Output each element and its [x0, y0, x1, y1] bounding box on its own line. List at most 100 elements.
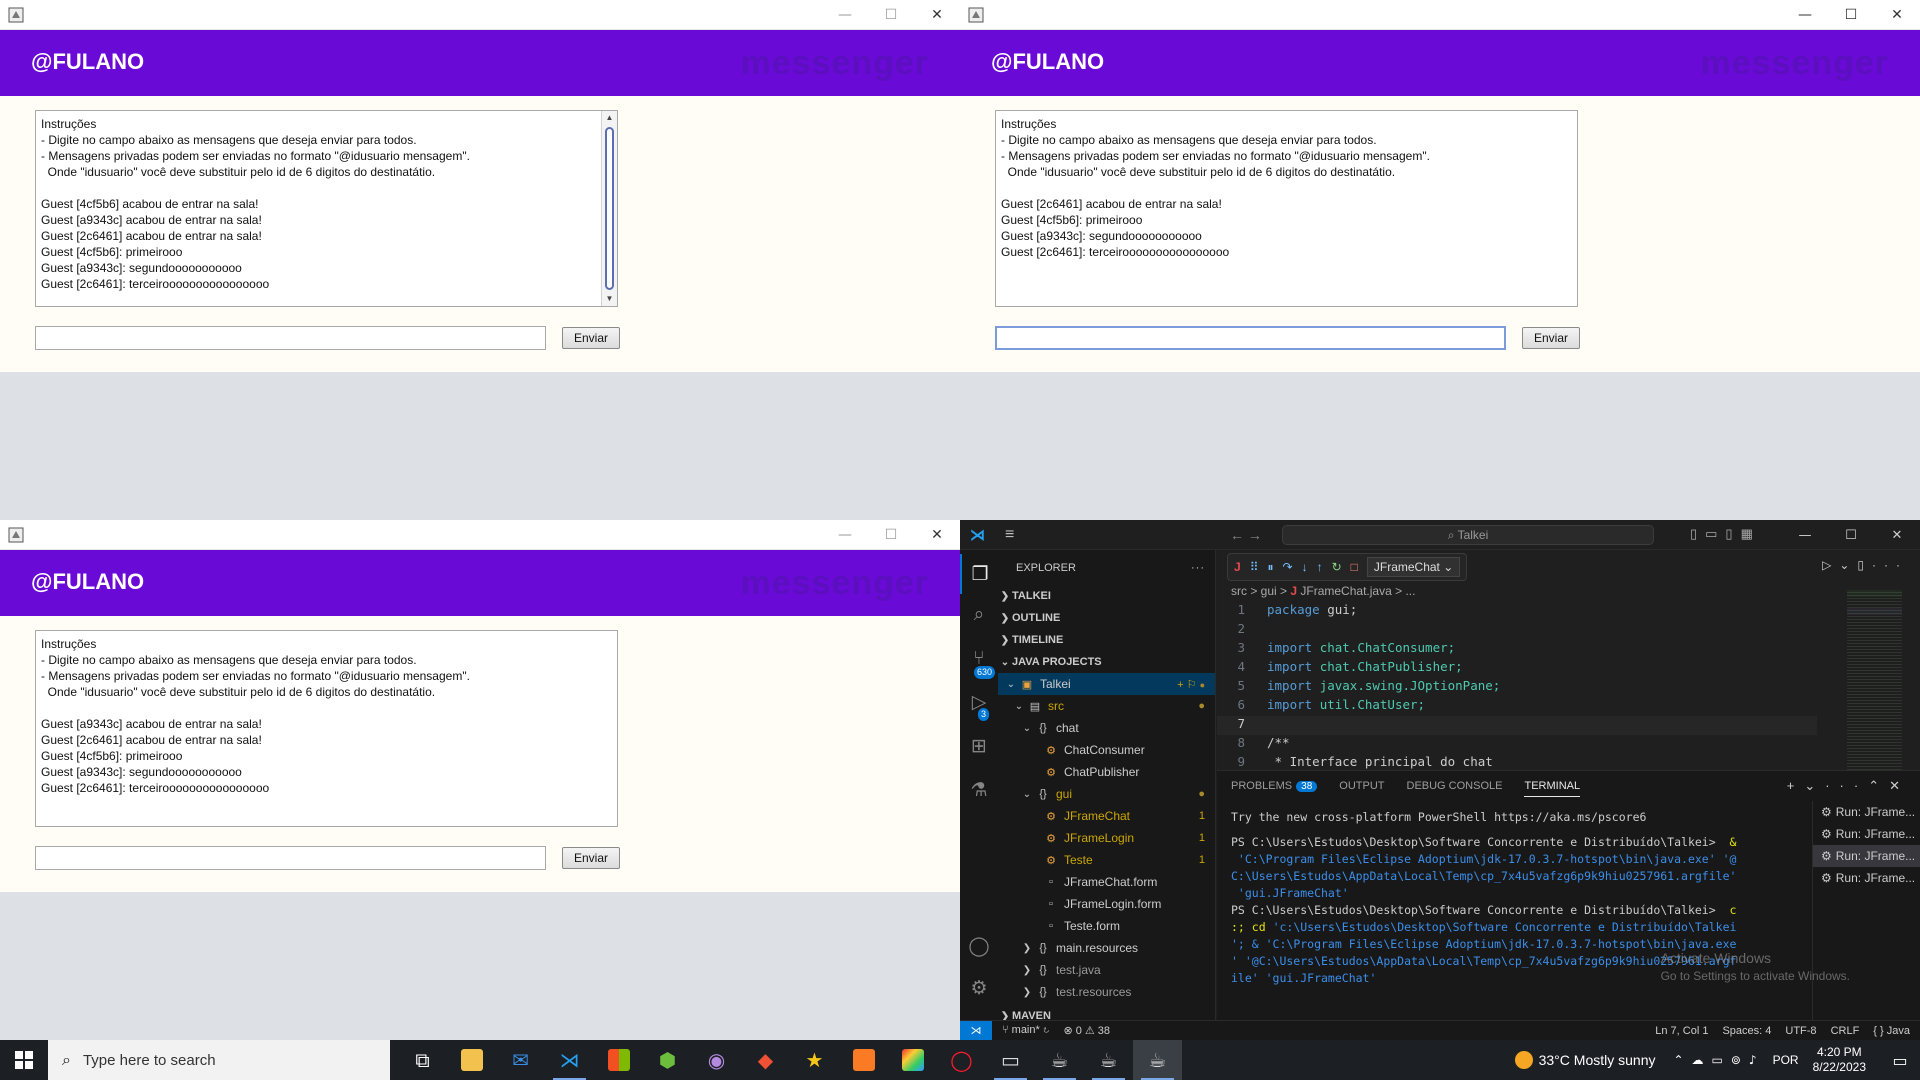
- menu-icon[interactable]: ≡: [1005, 526, 1014, 544]
- maximize-button[interactable]: ☐: [1828, 0, 1874, 30]
- layout-icons[interactable]: ▯▭▯▦: [1690, 526, 1761, 542]
- tab-problems[interactable]: PROBLEMS 38: [1231, 780, 1318, 792]
- java-taskbar-icon[interactable]: ☕: [1084, 1040, 1133, 1080]
- title-bar[interactable]: — ☐ ✕: [0, 0, 960, 30]
- taskbar-search[interactable]: ⌕ Type here to search: [48, 1040, 390, 1080]
- testing-icon[interactable]: ⚗: [960, 770, 998, 810]
- tab-debug-console[interactable]: DEBUG CONSOLE: [1407, 780, 1503, 792]
- tree-item-jframelogin-form[interactable]: ▫ JFrameLogin.form: [998, 893, 1215, 915]
- cursor-position[interactable]: Ln 7, Col 1: [1655, 1025, 1708, 1037]
- message-input[interactable]: [35, 326, 546, 350]
- tab-terminal[interactable]: TERMINAL: [1524, 780, 1581, 797]
- editor-actions-icons[interactable]: ▷⌄▯···: [1822, 558, 1908, 572]
- branch-status[interactable]: ⑂ main* ↻: [1002, 1024, 1049, 1037]
- maximize-button[interactable]: ☐: [868, 520, 914, 550]
- title-bar[interactable]: — ☐ ✕: [0, 520, 960, 550]
- send-button[interactable]: Enviar: [562, 847, 620, 869]
- explorer-icon[interactable]: ❐: [960, 554, 998, 594]
- section-outline[interactable]: ❯ OUTLINE: [998, 607, 1215, 629]
- minimize-button[interactable]: —: [822, 0, 868, 30]
- minimize-button[interactable]: —: [1782, 520, 1828, 550]
- tree-item-chat[interactable]: ⌄ {} chat: [998, 717, 1215, 739]
- start-button[interactable]: [0, 1040, 48, 1080]
- github-icon[interactable]: ◉: [692, 1040, 741, 1080]
- tab-output[interactable]: OUTPUT: [1339, 780, 1384, 792]
- terminal-instance[interactable]: ⚙ Run: JFrame...: [1813, 867, 1920, 889]
- weather-widget[interactable]: 33°C Mostly sunny: [1514, 1051, 1655, 1069]
- scroll-up-icon[interactable]: ▲: [602, 111, 617, 125]
- section-java-projects[interactable]: ⌄ JAVA PROJECTS: [998, 651, 1215, 673]
- close-button[interactable]: ✕: [1874, 0, 1920, 30]
- close-button[interactable]: ✕: [1874, 520, 1920, 550]
- code-lines[interactable]: 1 package gui; 2 3 import chat.ChatConsume…: [1217, 602, 1817, 773]
- minimize-button[interactable]: —: [822, 520, 868, 550]
- send-button[interactable]: Enviar: [562, 327, 620, 349]
- extensions-icon[interactable]: ⊞: [960, 726, 998, 766]
- node-icon[interactable]: ⬢: [643, 1040, 692, 1080]
- tree-item-teste[interactable]: ⚙ Teste 1: [998, 849, 1215, 871]
- minimap[interactable]: [1847, 590, 1902, 770]
- tree-item-test-resources[interactable]: ❯ {} test.resources: [998, 981, 1215, 1003]
- task-view-icon[interactable]: ⧉: [398, 1040, 447, 1080]
- search-icon[interactable]: ⌕: [960, 594, 998, 634]
- section-timeline[interactable]: ❯ TIMELINE: [998, 629, 1215, 651]
- breadcrumb[interactable]: src > gui > J JFrameChat.java > ...: [1231, 584, 1415, 598]
- restart-icon[interactable]: ↻: [1332, 560, 1342, 574]
- tree-item-jframechat-form[interactable]: ▫ JFrameChat.form: [998, 871, 1215, 893]
- step-over-icon[interactable]: ↷: [1283, 560, 1293, 574]
- code-editor[interactable]: J ⠿ ⏸ ↷ ↓ ↑ ↻ □ JFrameChat ⌄ ▷⌄▯··· src …: [1217, 550, 1920, 770]
- step-out-icon[interactable]: ↑: [1317, 560, 1323, 574]
- title-bar[interactable]: — ☐ ✕: [960, 0, 1920, 30]
- terminal-instance[interactable]: ⚙ Run: JFrame...: [1813, 845, 1920, 867]
- message-input[interactable]: [995, 326, 1506, 350]
- terminal-instance[interactable]: ⚙ Run: JFrame...: [1813, 823, 1920, 845]
- maximize-button[interactable]: ☐: [1828, 520, 1874, 550]
- xampp-icon[interactable]: [839, 1040, 888, 1080]
- message-log[interactable]: Instruções - Digite no campo abaixo as m…: [35, 630, 618, 827]
- java-taskbar-icon[interactable]: ☕: [1035, 1040, 1084, 1080]
- star-app-icon[interactable]: ★: [790, 1040, 839, 1080]
- java-taskbar-icon[interactable]: ☕: [1133, 1040, 1182, 1080]
- terminal-icon[interactable]: ▭: [986, 1040, 1035, 1080]
- command-center[interactable]: ⌕ Talkei: [1282, 525, 1654, 545]
- tree-item-teste-form[interactable]: ▫ Teste.form: [998, 915, 1215, 937]
- settings-gear-icon[interactable]: ⚙: [960, 968, 998, 1008]
- stop-icon[interactable]: □: [1351, 560, 1358, 574]
- indentation[interactable]: Spaces: 4: [1722, 1025, 1771, 1037]
- message-log[interactable]: Instruções - Digite no campo abaixo as m…: [995, 110, 1578, 307]
- message-input[interactable]: [35, 846, 546, 870]
- debug-config-select[interactable]: JFrameChat ⌄: [1366, 557, 1461, 577]
- remote-icon[interactable]: ⋊: [960, 1020, 992, 1040]
- close-button[interactable]: ✕: [914, 0, 960, 30]
- tree-item-chatpublisher[interactable]: ⚙ ChatPublisher: [998, 761, 1215, 783]
- scroll-down-icon[interactable]: ▼: [602, 292, 617, 306]
- tray-icons[interactable]: ⌃☁▭⊚♪: [1673, 1053, 1764, 1067]
- step-into-icon[interactable]: ↓: [1302, 560, 1308, 574]
- color-app-icon[interactable]: [888, 1040, 937, 1080]
- tree-item-main-resources[interactable]: ❯ {} main.resources: [998, 937, 1215, 959]
- project-actions-icon[interactable]: + ⚐ ●: [1177, 678, 1205, 691]
- language-mode[interactable]: { } Java: [1873, 1025, 1910, 1037]
- tree-item-jframechat[interactable]: ⚙ JFrameChat 1: [998, 805, 1215, 827]
- vertical-scrollbar[interactable]: ▲ ▼: [601, 111, 617, 306]
- account-icon[interactable]: ◯: [960, 926, 998, 966]
- drag-handle-icon[interactable]: ⠿: [1250, 560, 1259, 574]
- tree-item-chatconsumer[interactable]: ⚙ ChatConsumer: [998, 739, 1215, 761]
- file-explorer-icon[interactable]: [447, 1040, 496, 1080]
- close-button[interactable]: ✕: [914, 520, 960, 550]
- tree-item-jframelogin[interactable]: ⚙ JFrameLogin 1: [998, 827, 1215, 849]
- terminal-instance[interactable]: ⚙ Run: JFrame...: [1813, 801, 1920, 823]
- panel-actions-icons[interactable]: +⌄···⌃✕: [1787, 778, 1910, 794]
- back-forward-icon[interactable]: ← →: [1230, 527, 1262, 543]
- encoding[interactable]: UTF-8: [1785, 1025, 1816, 1037]
- message-log[interactable]: Instruções - Digite no campo abaixo as m…: [35, 110, 618, 307]
- notification-icon[interactable]: ▭: [1880, 1051, 1920, 1070]
- mail-icon[interactable]: ✉: [496, 1040, 545, 1080]
- store-icon[interactable]: [594, 1040, 643, 1080]
- more-actions-icon[interactable]: ···: [1191, 562, 1205, 574]
- tree-item-test-java[interactable]: ❯ {} test.java: [998, 959, 1215, 981]
- minimize-button[interactable]: —: [1782, 0, 1828, 30]
- pause-icon[interactable]: ⏸: [1267, 560, 1273, 575]
- send-button[interactable]: Enviar: [1522, 327, 1580, 349]
- scroll-thumb[interactable]: [605, 127, 614, 290]
